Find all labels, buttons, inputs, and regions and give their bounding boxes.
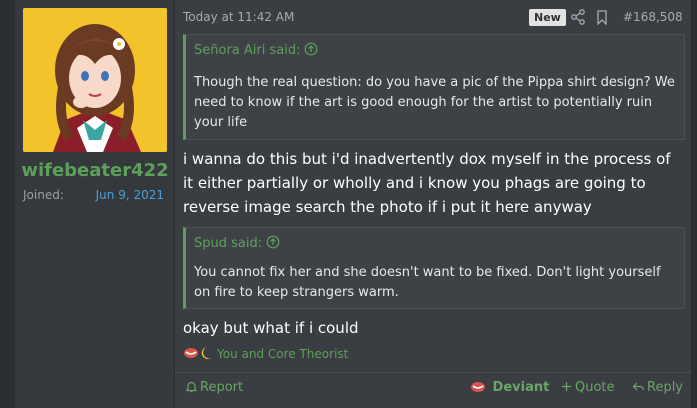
quote-button[interactable]: Quote <box>560 380 615 395</box>
quote-block: Spud said: You cannot fix her and she do… <box>183 227 685 309</box>
page-margin-left <box>0 0 15 408</box>
reactions-bar[interactable]: You and Core Theorist <box>183 345 348 361</box>
footer-divider <box>175 372 691 373</box>
share-icon[interactable] <box>571 9 585 25</box>
quote-label[interactable]: Quote <box>575 380 615 395</box>
deviant-reaction-button[interactable]: Deviant <box>470 380 549 395</box>
deviant-label[interactable]: Deviant <box>493 380 550 395</box>
bookmark-icon[interactable] <box>596 10 608 25</box>
post-body-text: i wanna do this but i'd inadvertently do… <box>183 150 671 216</box>
bell-icon <box>185 381 198 393</box>
quote-header[interactable]: Señora Airi said: <box>194 42 318 58</box>
username[interactable]: wifebeater422 <box>15 160 175 181</box>
joined-date[interactable]: Jun 9, 2021 <box>96 188 164 202</box>
report-button[interactable]: Report <box>185 380 243 395</box>
page-margin-right <box>691 0 697 408</box>
post-main: Today at 11:42 AM New #168,508 Señora Ai… <box>175 0 691 408</box>
reply-button[interactable]: Reply <box>632 380 683 395</box>
quote-header[interactable]: Spud said: <box>194 235 280 251</box>
quote-block: Señora Airi said: Though the real questi… <box>183 34 685 140</box>
new-badge: New <box>529 9 566 26</box>
reply-arrow-icon <box>632 382 645 391</box>
report-label[interactable]: Report <box>200 380 243 395</box>
reply-label[interactable]: Reply <box>647 380 683 395</box>
smile-reaction-icon <box>471 382 485 392</box>
plus-icon <box>562 382 571 391</box>
quote-text: You cannot fix her and she doesn't want … <box>194 265 661 300</box>
avatar[interactable] <box>23 8 167 152</box>
quote-text: Though the real question: do you have a … <box>194 75 675 130</box>
arrow-up-circle-icon[interactable] <box>266 235 280 249</box>
reaction-icons <box>184 347 211 359</box>
post-number[interactable]: #168,508 <box>623 10 683 24</box>
reactions-text[interactable]: You and Core Theorist <box>217 347 348 361</box>
user-sidebar: wifebeater422 Joined: Jun 9, 2021 <box>15 0 175 408</box>
post-header: Today at 11:42 AM New #168,508 <box>183 9 683 27</box>
quote-author[interactable]: Señora Airi said: <box>194 43 300 58</box>
avatar-image <box>23 8 167 152</box>
joined-label: Joined: <box>23 188 64 202</box>
post-body-text: okay but what if i could <box>183 319 359 337</box>
arrow-up-circle-icon[interactable] <box>304 42 318 56</box>
post-timestamp[interactable]: Today at 11:42 AM <box>183 10 294 24</box>
quote-author[interactable]: Spud said: <box>194 236 262 251</box>
